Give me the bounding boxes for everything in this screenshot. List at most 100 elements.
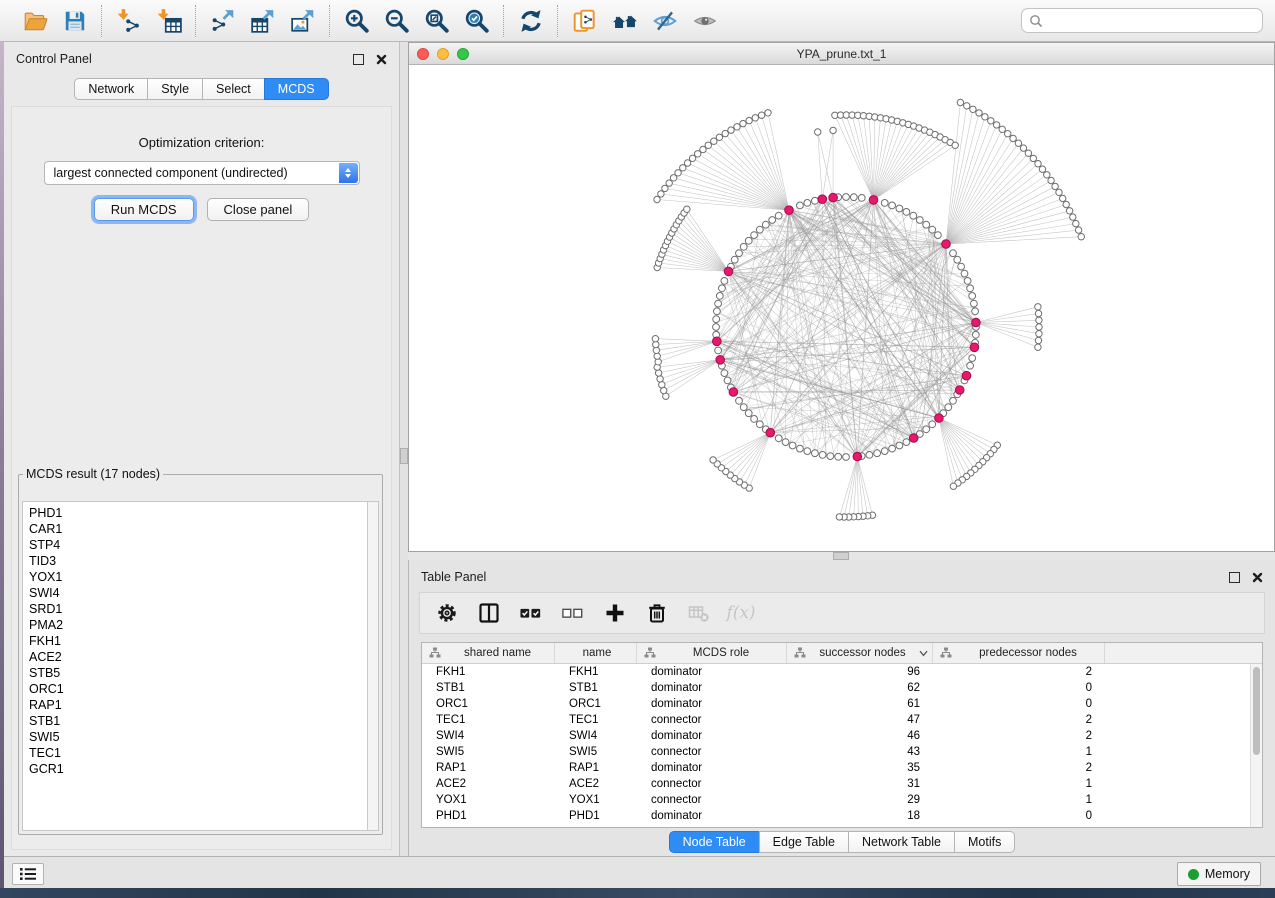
toggle-columns-icon[interactable] — [478, 602, 500, 624]
export-image-icon[interactable] — [289, 7, 316, 34]
tab-mcds[interactable]: MCDS — [264, 78, 329, 100]
mcds-result-item[interactable]: TID3 — [29, 553, 369, 569]
import-table-icon[interactable] — [155, 7, 182, 34]
table-cell: RAP1 — [422, 762, 555, 774]
tab-node-table[interactable]: Node Table — [669, 831, 760, 853]
table-row[interactable]: FKH1FKH1dominator962 — [422, 664, 1262, 680]
splitter-handle[interactable] — [400, 448, 408, 464]
show-all-icon[interactable] — [691, 7, 718, 34]
delete-column-icon[interactable] — [646, 602, 668, 624]
zoom-fit-icon[interactable] — [423, 7, 450, 34]
vertical-splitter[interactable] — [400, 42, 408, 856]
tab-style[interactable]: Style — [147, 78, 203, 100]
mcds-result-item[interactable]: PMA2 — [29, 617, 369, 633]
mcds-result-item[interactable]: RAP1 — [29, 697, 369, 713]
memory-status-icon — [1188, 869, 1199, 880]
search-input[interactable] — [1048, 13, 1255, 29]
table-row[interactable]: SWI4SWI4dominator462 — [422, 728, 1262, 744]
close-panel-icon[interactable] — [376, 54, 387, 65]
table-row[interactable]: YOX1YOX1connector291 — [422, 792, 1262, 808]
zoom-in-icon[interactable] — [343, 7, 370, 34]
column-type-icon — [940, 647, 952, 659]
mcds-result-item[interactable]: TEC1 — [29, 745, 369, 761]
column-header-MCDS-role[interactable]: MCDS role — [637, 643, 787, 663]
splitter-handle[interactable] — [833, 552, 849, 560]
mcds-result-item[interactable]: SWI5 — [29, 729, 369, 745]
mcds-result-item[interactable]: STP4 — [29, 537, 369, 553]
tab-select[interactable]: Select — [202, 78, 265, 100]
window-close-button[interactable] — [417, 48, 429, 60]
first-neighbors-icon[interactable] — [611, 7, 638, 34]
tab-network[interactable]: Network — [74, 78, 148, 100]
mcds-result-item[interactable]: GCR1 — [29, 761, 369, 777]
column-header-name[interactable]: name — [555, 643, 637, 663]
mcds-result-item[interactable]: FKH1 — [29, 633, 369, 649]
add-column-icon[interactable] — [604, 602, 626, 624]
column-header-predecessor-nodes[interactable]: predecessor nodes — [933, 643, 1105, 663]
column-header-successor-nodes[interactable]: successor nodes — [787, 643, 933, 663]
memory-button[interactable]: Memory — [1177, 862, 1261, 886]
select-all-rows-icon[interactable] — [520, 602, 542, 624]
table-cell: SWI5 — [422, 746, 555, 758]
mcds-result-item[interactable]: PHD1 — [29, 505, 369, 521]
table-row[interactable]: SWI5SWI5connector431 — [422, 744, 1262, 760]
clone-network-icon[interactable] — [571, 7, 598, 34]
open-file-icon[interactable] — [21, 7, 48, 34]
close-panel-icon[interactable] — [1252, 572, 1263, 583]
table-row[interactable]: PHD1PHD1dominator180 — [422, 808, 1262, 824]
tab-motifs[interactable]: Motifs — [954, 831, 1015, 853]
table-tabs: Node TableEdge TableNetwork TableMotifs — [669, 831, 1016, 853]
mcds-result-item[interactable]: STB5 — [29, 665, 369, 681]
desktop-wallpaper-strip — [0, 888, 1275, 898]
table-cell: 29 — [787, 794, 933, 806]
mcds-result-item[interactable]: STB1 — [29, 713, 369, 729]
table-cell: YOX1 — [422, 794, 555, 806]
table-cell: 43 — [787, 746, 933, 758]
save-session-icon[interactable] — [61, 7, 88, 34]
table-row[interactable]: ACE2ACE2connector311 — [422, 776, 1262, 792]
table-row[interactable]: ORC1ORC1dominator610 — [422, 696, 1262, 712]
table-cell: ACE2 — [422, 778, 555, 790]
network-title: YPA_prune.txt_1 — [409, 47, 1274, 61]
window-maximize-button[interactable] — [457, 48, 469, 60]
deselect-all-rows-icon[interactable] — [562, 602, 584, 624]
refresh-view-icon[interactable] — [517, 7, 544, 34]
float-panel-icon[interactable] — [353, 54, 364, 65]
criterion-select[interactable]: largest connected component (undirected) — [44, 161, 360, 185]
mcds-result-item[interactable]: ACE2 — [29, 649, 369, 665]
close-panel-button[interactable]: Close panel — [207, 198, 310, 221]
zoom-selected-icon[interactable] — [463, 7, 490, 34]
scrollbar-thumb[interactable] — [1253, 667, 1260, 755]
table-cell: 35 — [787, 762, 933, 774]
table-settings-icon[interactable] — [436, 602, 458, 624]
mcds-result-item[interactable]: CAR1 — [29, 521, 369, 537]
zoom-out-icon[interactable] — [383, 7, 410, 34]
mcds-result-item[interactable]: ORC1 — [29, 681, 369, 697]
horizontal-splitter[interactable] — [408, 552, 1275, 560]
mcds-result-item[interactable]: SRD1 — [29, 601, 369, 617]
table-row[interactable]: STB1STB1dominator620 — [422, 680, 1262, 696]
tab-edge-table[interactable]: Edge Table — [759, 831, 849, 853]
hide-selected-icon[interactable] — [651, 7, 678, 34]
table-cell: 1 — [933, 746, 1105, 758]
table-row[interactable]: RAP1RAP1dominator352 — [422, 760, 1262, 776]
export-table-icon[interactable] — [249, 7, 276, 34]
table-scrollbar[interactable] — [1250, 664, 1262, 827]
mcds-result-list[interactable]: PHD1CAR1STP4TID3YOX1SWI4SRD1PMA2FKH1ACE2… — [22, 501, 369, 831]
mcds-list-scrollbar[interactable] — [367, 501, 379, 831]
network-canvas[interactable] — [409, 65, 1274, 552]
search-box[interactable] — [1021, 8, 1263, 33]
table-row[interactable]: TEC1TEC1connector472 — [422, 712, 1262, 728]
column-header-shared-name[interactable]: shared name — [422, 643, 555, 663]
mcds-result-item[interactable]: SWI4 — [29, 585, 369, 601]
table-cell: 0 — [933, 698, 1105, 710]
network-window-titlebar[interactable]: YPA_prune.txt_1 — [409, 43, 1274, 65]
window-minimize-button[interactable] — [437, 48, 449, 60]
mcds-result-item[interactable]: YOX1 — [29, 569, 369, 585]
run-mcds-button[interactable]: Run MCDS — [94, 198, 194, 221]
import-network-icon[interactable] — [115, 7, 142, 34]
task-history-button[interactable] — [12, 863, 44, 885]
export-network-icon[interactable] — [209, 7, 236, 34]
float-panel-icon[interactable] — [1229, 572, 1240, 583]
tab-network-table[interactable]: Network Table — [848, 831, 955, 853]
